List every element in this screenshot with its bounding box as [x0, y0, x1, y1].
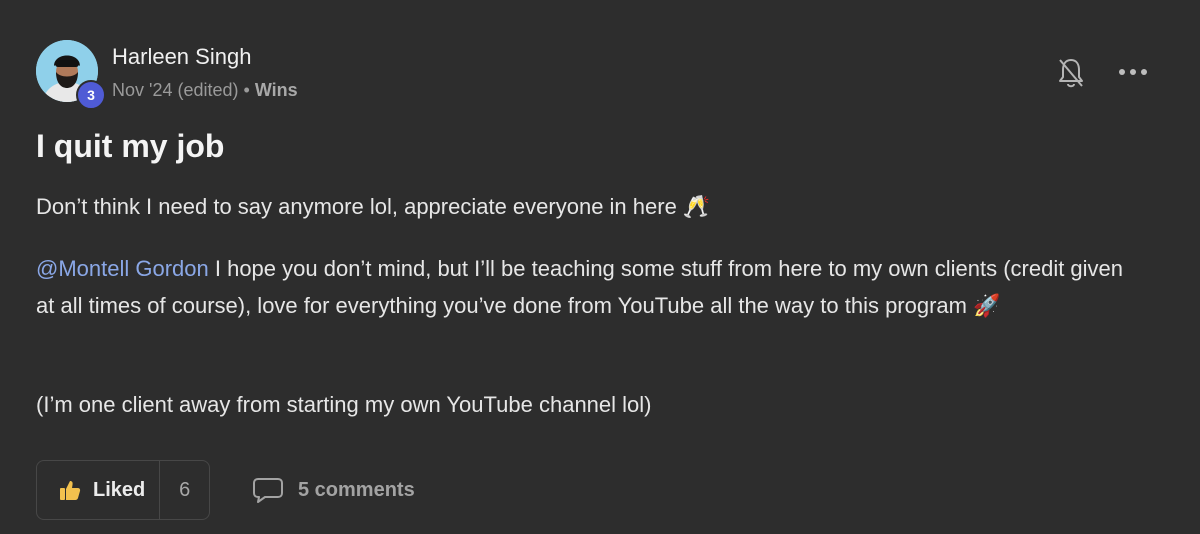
bell-off-icon[interactable]: [1056, 56, 1086, 90]
thumbs-up-icon: [60, 481, 81, 500]
post-card: 3 Harleen Singh Nov '24 (edited) • Wins I …: [0, 0, 1200, 534]
comments-button[interactable]: 5 comments: [252, 476, 415, 504]
post-meta: Nov '24 (edited) • Wins: [112, 80, 298, 101]
author-name[interactable]: Harleen Singh: [112, 44, 251, 70]
meta-separator: •: [243, 80, 250, 100]
user-mention-link[interactable]: @Montell Gordon: [36, 256, 209, 281]
post-date: Nov '24 (edited): [112, 80, 239, 100]
author-avatar[interactable]: 3: [36, 40, 106, 110]
post-category[interactable]: Wins: [255, 80, 298, 100]
more-horizontal-icon[interactable]: [1116, 62, 1150, 82]
like-control: Liked 6: [36, 460, 210, 520]
post-paragraph-2: @Montell Gordon I hope you don’t mind, b…: [36, 250, 1146, 324]
post-paragraph-3: (I’m one client away from starting my ow…: [36, 392, 652, 417]
comment-bubble-icon: [253, 478, 283, 503]
level-badge: 3: [76, 80, 106, 110]
post-paragraph-1: Don’t think I need to say anymore lol, a…: [36, 194, 711, 219]
like-label: Liked: [93, 478, 146, 501]
comments-label: 5 comments: [298, 478, 415, 501]
post-title: I quit my job: [36, 128, 225, 164]
like-count[interactable]: 6: [160, 479, 209, 502]
like-button[interactable]: Liked: [37, 461, 161, 519]
